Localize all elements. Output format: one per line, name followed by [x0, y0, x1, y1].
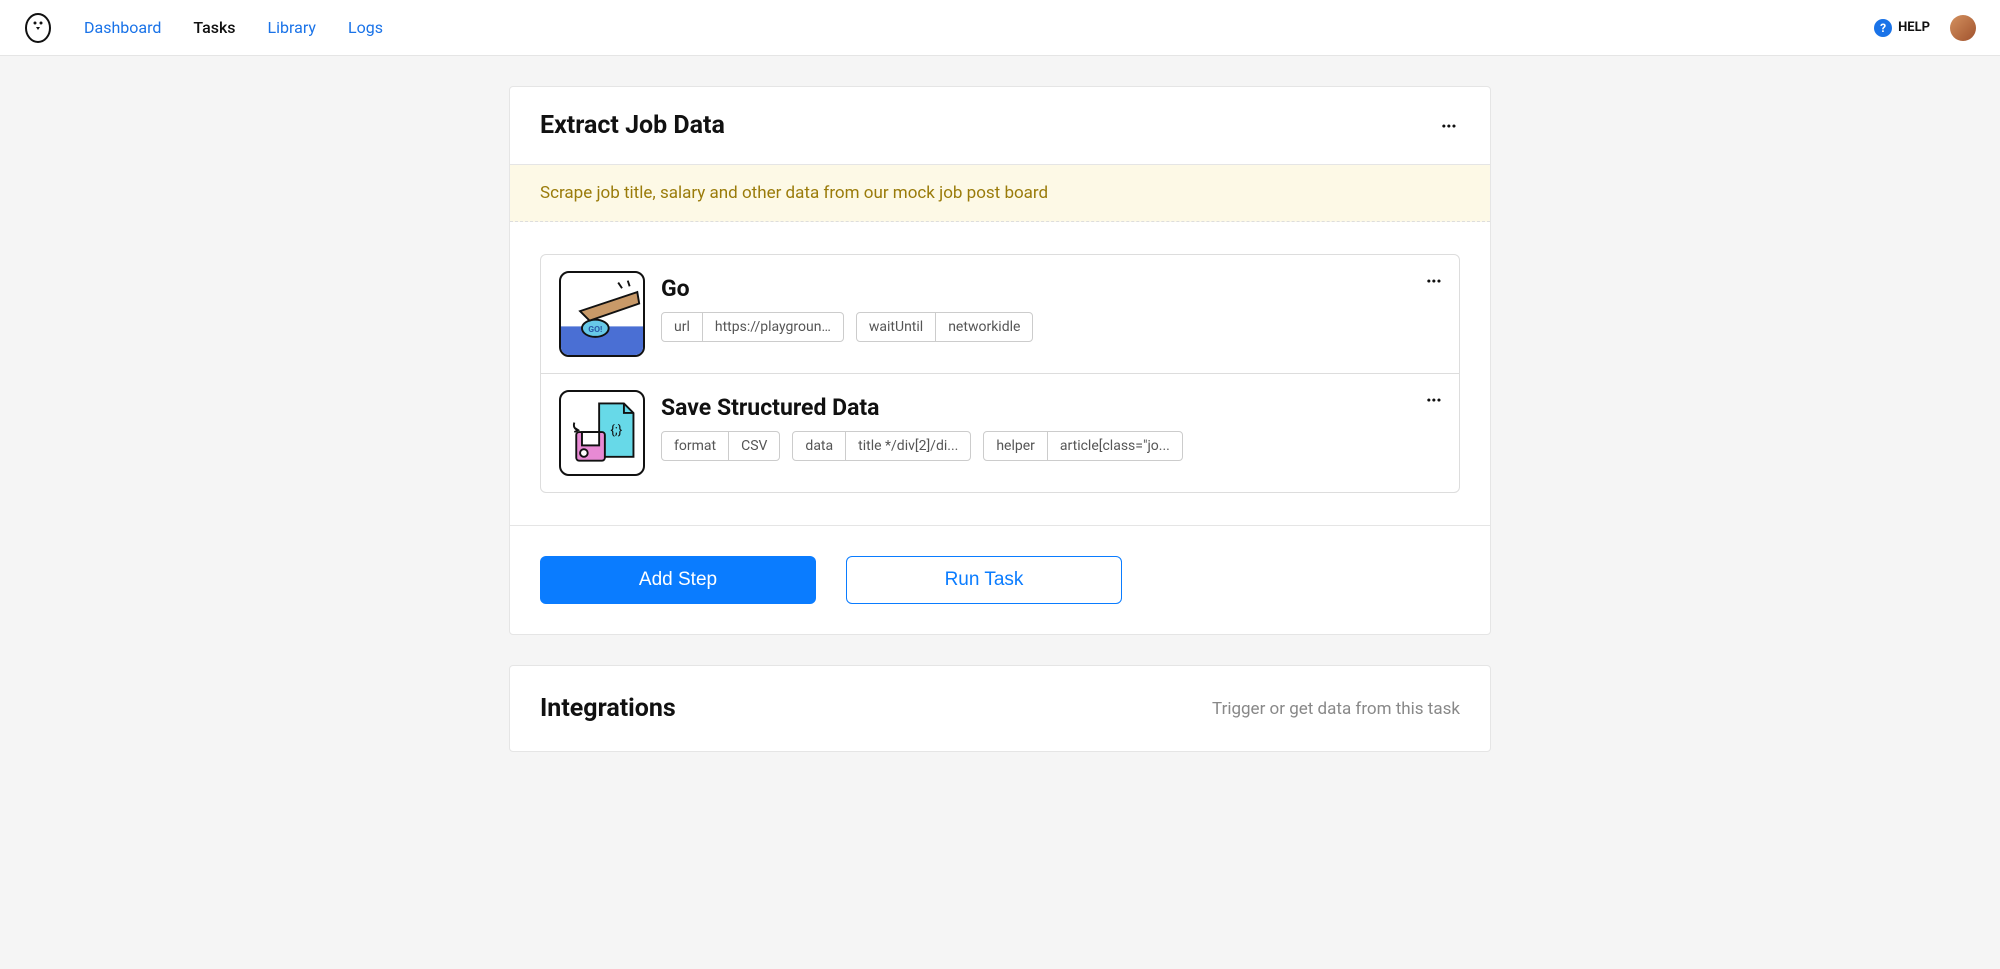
param-value: CSV — [729, 432, 779, 460]
task-title: Extract Job Data — [540, 111, 725, 140]
task-card: Extract Job Data ··· Scrape job title, s… — [509, 86, 1491, 635]
main-content: Extract Job Data ··· Scrape job title, s… — [493, 86, 1507, 752]
nav-dashboard[interactable]: Dashboard — [84, 18, 161, 37]
nav-logs[interactable]: Logs — [348, 18, 383, 37]
task-more-button[interactable]: ··· — [1437, 112, 1460, 140]
app-logo[interactable] — [24, 12, 52, 44]
param-key: data — [793, 432, 846, 460]
svg-text:{;}: {;} — [610, 423, 622, 438]
step-save-structured-data[interactable]: {;} Save Structured Data format — [541, 373, 1459, 492]
param-key: format — [662, 432, 729, 460]
go-step-icon: GO! — [559, 271, 645, 357]
nav-right: ? HELP — [1874, 15, 1976, 41]
help-label: HELP — [1898, 20, 1930, 35]
param-value: networkidle — [936, 313, 1032, 341]
run-task-button[interactable]: Run Task — [846, 556, 1122, 604]
integrations-header: Integrations Trigger or get data from th… — [510, 666, 1490, 751]
step-params: format CSV data title */div[2]/di... hel… — [661, 431, 1441, 461]
param-url[interactable]: url https://playgroun... — [661, 312, 844, 342]
param-key: waitUntil — [857, 313, 936, 341]
param-value: https://playgroun... — [703, 313, 843, 341]
nav-tasks[interactable]: Tasks — [193, 18, 235, 37]
step-content: Save Structured Data format CSV data tit… — [661, 390, 1441, 461]
integrations-subtitle: Trigger or get data from this task — [1212, 699, 1460, 719]
help-icon: ? — [1874, 19, 1892, 37]
step-title: Save Structured Data — [661, 394, 1441, 421]
step-title: Go — [661, 275, 1441, 302]
integrations-card: Integrations Trigger or get data from th… — [509, 665, 1491, 752]
steps-list: GO! Go url https://playgroun... — [540, 254, 1460, 493]
svg-text:GO!: GO! — [588, 325, 602, 335]
nav-links: Dashboard Tasks Library Logs — [84, 18, 383, 37]
param-data[interactable]: data title */div[2]/di... — [792, 431, 971, 461]
param-key: url — [662, 313, 703, 341]
task-card-header: Extract Job Data ··· — [510, 87, 1490, 165]
save-data-step-icon: {;} — [559, 390, 645, 476]
steps-container: GO! Go url https://playgroun... — [510, 222, 1490, 525]
integrations-title: Integrations — [540, 694, 676, 723]
task-description-banner[interactable]: Scrape job title, salary and other data … — [510, 165, 1490, 222]
param-value: title */div[2]/di... — [846, 432, 970, 460]
param-waituntil[interactable]: waitUntil networkidle — [856, 312, 1034, 342]
nav-library[interactable]: Library — [268, 18, 316, 37]
top-navigation: Dashboard Tasks Library Logs ? HELP — [0, 0, 2000, 56]
param-helper[interactable]: helper article[class="jo... — [983, 431, 1183, 461]
card-actions: Add Step Run Task — [510, 525, 1490, 634]
step-more-button[interactable]: ··· — [1426, 390, 1441, 410]
help-button[interactable]: ? HELP — [1874, 19, 1930, 37]
add-step-button[interactable]: Add Step — [540, 556, 816, 604]
step-content: Go url https://playgroun... waitUntil ne… — [661, 271, 1441, 342]
param-key: helper — [984, 432, 1048, 460]
nav-left: Dashboard Tasks Library Logs — [24, 12, 383, 44]
step-params: url https://playgroun... waitUntil netwo… — [661, 312, 1441, 342]
step-more-button[interactable]: ··· — [1426, 271, 1441, 291]
step-go[interactable]: GO! Go url https://playgroun... — [541, 255, 1459, 373]
param-format[interactable]: format CSV — [661, 431, 780, 461]
param-value: article[class="jo... — [1048, 432, 1182, 460]
user-avatar[interactable] — [1950, 15, 1976, 41]
